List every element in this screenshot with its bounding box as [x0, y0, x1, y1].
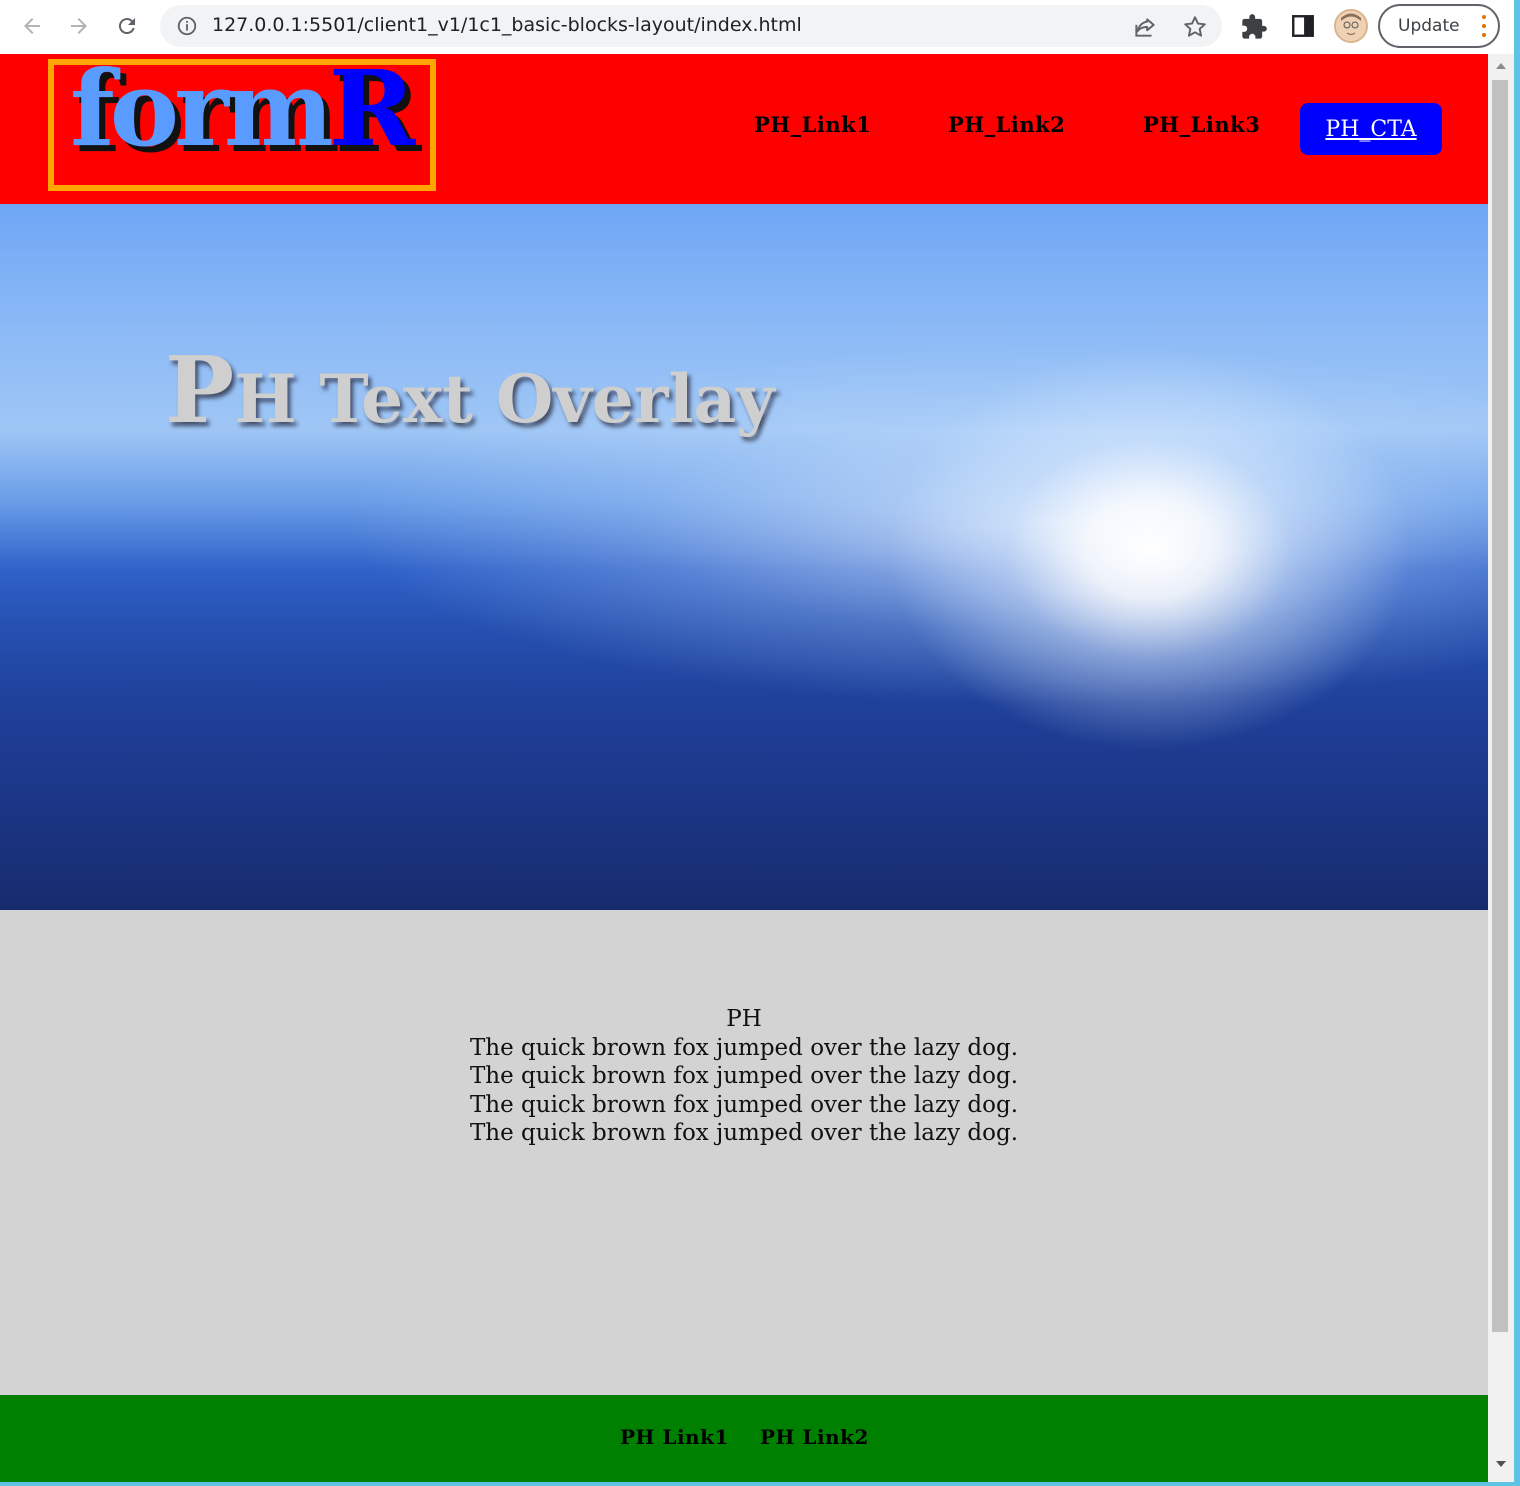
site-header: formR PH_Link1 PH_Link2 PH_Link3 PH_CTA — [0, 54, 1488, 204]
hero-title: PH Text Overlay — [165, 344, 775, 436]
content-text-block: PH The quick brown fox jumped over the l… — [0, 1005, 1488, 1148]
main-content: PH The quick brown fox jumped over the l… — [0, 910, 1488, 1395]
nav-link-2[interactable]: PH_Link2 — [948, 112, 1065, 137]
scrollbar-thumb[interactable] — [1492, 80, 1508, 1332]
content-heading: PH — [726, 1006, 762, 1032]
back-arrow-icon — [24, 18, 40, 34]
nav-link-1[interactable]: PH_Link1 — [754, 112, 871, 137]
forward-button[interactable] — [61, 8, 97, 44]
reload-button[interactable] — [109, 8, 145, 44]
content-line: The quick brown fox jumped over the lazy… — [469, 1034, 1019, 1061]
back-button[interactable] — [14, 8, 50, 44]
kebab-menu-icon — [1482, 15, 1486, 37]
profile-face-icon — [1336, 11, 1366, 41]
cta-button[interactable]: PH_CTA — [1300, 103, 1442, 155]
vertical-scrollbar[interactable] — [1488, 54, 1514, 1482]
update-button[interactable]: Update — [1378, 4, 1500, 48]
hero-title-initial: P — [165, 336, 235, 444]
window-border — [1514, 0, 1520, 1486]
content-line: The quick brown fox jumped over the lazy… — [469, 1120, 1019, 1147]
window-border-bottom — [0, 1482, 1520, 1486]
page-viewport: formR PH_Link1 PH_Link2 PH_Link3 PH_CTA … — [0, 54, 1488, 1482]
forward-arrow-icon — [71, 18, 87, 34]
site-footer: PH Link1 PH Link2 — [0, 1395, 1488, 1482]
footer-link-1[interactable]: PH Link1 — [620, 1425, 729, 1449]
scroll-down-arrow-icon[interactable] — [1495, 1460, 1507, 1468]
logo[interactable]: formR — [48, 59, 436, 191]
avatar[interactable] — [1334, 9, 1368, 43]
content-line: The quick brown fox jumped over the lazy… — [469, 1063, 1019, 1090]
side-panel-icon[interactable] — [1290, 13, 1316, 39]
logo-text-part2: R — [328, 59, 415, 170]
scroll-up-arrow-icon[interactable] — [1495, 62, 1507, 70]
hero-title-rest: H Text Overlay — [234, 360, 775, 438]
logo-text: formR — [70, 65, 415, 161]
content-line: The quick brown fox jumped over the lazy… — [469, 1091, 1019, 1118]
url-text[interactable]: 127.0.0.1:5501/client1_v1/1c1_basic-bloc… — [212, 14, 802, 36]
puzzle-icon[interactable] — [1240, 13, 1268, 41]
nav-link-3[interactable]: PH_Link3 — [1143, 112, 1260, 137]
update-label: Update — [1398, 16, 1460, 36]
reload-icon — [118, 18, 135, 35]
hero-banner: PH Text Overlay — [0, 204, 1488, 910]
logo-text-part1: form — [70, 59, 334, 170]
footer-link-2[interactable]: PH Link2 — [760, 1425, 869, 1449]
share-icon[interactable] — [1132, 14, 1158, 40]
star-icon[interactable] — [1182, 14, 1208, 40]
info-icon[interactable] — [176, 15, 198, 37]
address-bar[interactable]: 127.0.0.1:5501/client1_v1/1c1_basic-bloc… — [160, 5, 1222, 47]
browser-toolbar: 127.0.0.1:5501/client1_v1/1c1_basic-bloc… — [0, 0, 1520, 54]
